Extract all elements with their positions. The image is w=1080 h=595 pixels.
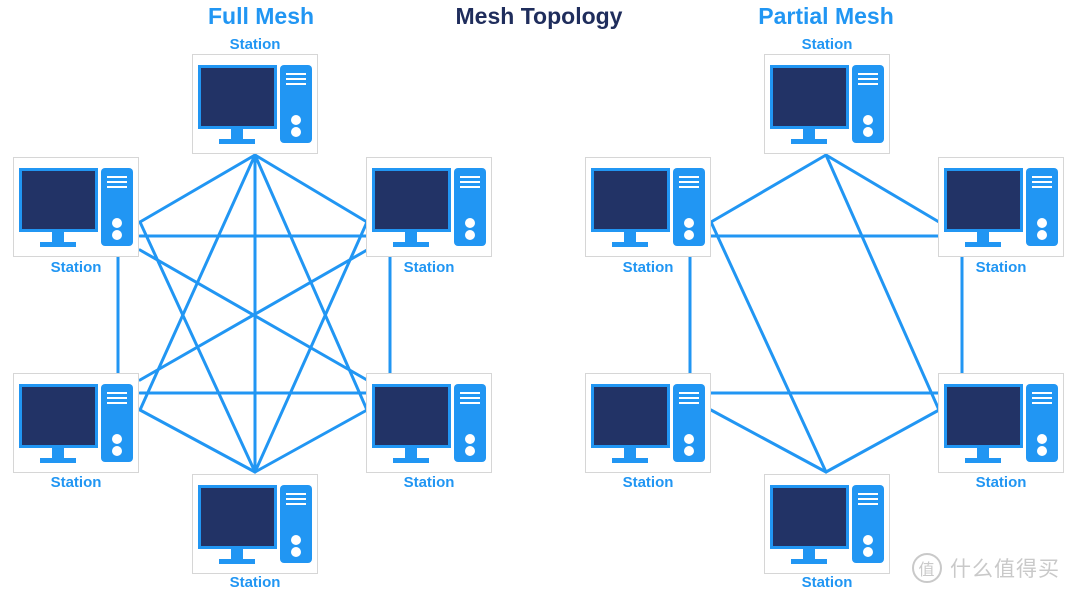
watermark-text: 什么值得买 — [950, 557, 1060, 581]
partial-station-top — [764, 54, 890, 154]
partial-station-left-top — [585, 157, 711, 257]
monitor-stand-icon — [803, 129, 815, 139]
partial-station-right-bottom — [938, 373, 1064, 473]
partial-station-label-right-bottom: Station — [975, 474, 1027, 491]
monitor-base-icon — [612, 458, 648, 463]
partial-link-top-to-right-top — [824, 153, 941, 224]
full-link-right-top-to-bottom — [253, 220, 369, 474]
watermark: 值 什么值得买 — [912, 553, 1060, 583]
full-station-left-bottom — [13, 373, 139, 473]
monitor-icon — [944, 168, 1023, 232]
monitor-stand-icon — [231, 129, 243, 139]
monitor-base-icon — [965, 242, 1001, 247]
full-station-label-left-top: Station — [50, 259, 102, 276]
partial-station-label-right-top: Station — [975, 259, 1027, 276]
pc-tower-icon — [454, 384, 486, 462]
monitor-stand-icon — [405, 232, 417, 242]
monitor-stand-icon — [624, 448, 636, 458]
partial-station-label-left-top: Station — [622, 259, 674, 276]
partial-link-top-to-left-top — [709, 153, 828, 224]
full-station-label-left-bottom: Station — [50, 474, 102, 491]
full-station-right-top — [366, 157, 492, 257]
full-link-left-bottom-to-bottom — [138, 408, 257, 474]
pc-tower-icon — [1026, 384, 1058, 462]
partial-station-label-top: Station — [801, 36, 853, 53]
monitor-base-icon — [791, 559, 827, 564]
monitor-stand-icon — [52, 448, 64, 458]
monitor-icon — [372, 168, 451, 232]
partial-link-left-top-to-bottom — [709, 220, 828, 474]
monitor-icon — [591, 384, 670, 448]
monitor-stand-icon — [52, 232, 64, 242]
partial-station-right-top — [938, 157, 1064, 257]
monitor-icon — [198, 485, 277, 549]
pc-tower-icon — [454, 168, 486, 246]
partial-station-label-left-bottom: Station — [622, 474, 674, 491]
monitor-stand-icon — [977, 232, 989, 242]
monitor-stand-icon — [231, 549, 243, 559]
monitor-base-icon — [219, 559, 255, 564]
pc-tower-icon — [280, 65, 312, 143]
full-station-label-right-top: Station — [403, 259, 455, 276]
partial-link-right-bottom-to-bottom — [824, 408, 941, 474]
monitor-icon — [770, 65, 849, 129]
full-station-right-bottom — [366, 373, 492, 473]
full-station-label-bottom: Station — [229, 574, 281, 591]
monitor-base-icon — [965, 458, 1001, 463]
monitor-stand-icon — [405, 448, 417, 458]
full-station-top — [192, 54, 318, 154]
pc-tower-icon — [101, 168, 133, 246]
full-link-top-to-left-top — [138, 153, 257, 224]
pc-tower-icon — [1026, 168, 1058, 246]
full-station-label-right-bottom: Station — [403, 474, 455, 491]
watermark-badge-icon: 值 — [912, 553, 942, 583]
pc-tower-icon — [673, 384, 705, 462]
monitor-stand-icon — [977, 448, 989, 458]
monitor-base-icon — [612, 242, 648, 247]
pc-tower-icon — [852, 65, 884, 143]
partial-station-bottom — [764, 474, 890, 574]
monitor-base-icon — [40, 458, 76, 463]
partial-link-left-bottom-to-bottom — [709, 408, 828, 474]
partial-station-label-bottom: Station — [801, 574, 853, 591]
full-station-left-top — [13, 157, 139, 257]
monitor-base-icon — [393, 242, 429, 247]
monitor-icon — [19, 168, 98, 232]
pc-tower-icon — [280, 485, 312, 563]
full-station-bottom — [192, 474, 318, 574]
connection-lines — [116, 153, 964, 474]
full-link-right-bottom-to-bottom — [253, 408, 369, 474]
monitor-icon — [770, 485, 849, 549]
monitor-stand-icon — [624, 232, 636, 242]
monitor-base-icon — [219, 139, 255, 144]
pc-tower-icon — [852, 485, 884, 563]
monitor-icon — [372, 384, 451, 448]
pc-tower-icon — [673, 168, 705, 246]
monitor-icon — [591, 168, 670, 232]
monitor-base-icon — [393, 458, 429, 463]
monitor-icon — [944, 384, 1023, 448]
full-station-label-top: Station — [229, 36, 281, 53]
monitor-icon — [19, 384, 98, 448]
full-link-top-to-right-top — [253, 153, 369, 224]
partial-link-top-to-right-bottom — [824, 153, 941, 412]
monitor-stand-icon — [803, 549, 815, 559]
pc-tower-icon — [101, 384, 133, 462]
partial-station-left-bottom — [585, 373, 711, 473]
monitor-base-icon — [791, 139, 827, 144]
monitor-icon — [198, 65, 277, 129]
monitor-base-icon — [40, 242, 76, 247]
